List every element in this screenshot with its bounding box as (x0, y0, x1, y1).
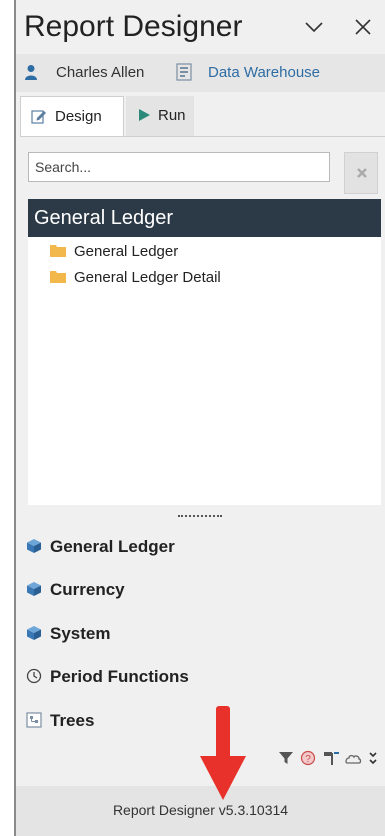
play-icon (136, 107, 152, 123)
tree-item-general-ledger[interactable]: General Ledger (50, 243, 178, 265)
edit-icon (31, 108, 47, 124)
red-arrow-annotation (196, 706, 250, 802)
cube-icon (26, 538, 42, 554)
nav-item-label: Trees (50, 711, 95, 730)
clear-search-button[interactable] (344, 152, 378, 194)
cloud-icon[interactable] (344, 750, 362, 771)
nav-item-label: System (50, 624, 111, 643)
tree-item-general-ledger-detail[interactable]: General Ledger Detail (50, 269, 221, 291)
bottom-toolbar: ? (278, 750, 378, 770)
nav-item-period-functions[interactable]: Period Functions (26, 667, 189, 693)
tab-design[interactable]: Design (20, 96, 124, 136)
search-input[interactable] (28, 152, 330, 182)
svg-text:?: ? (305, 754, 311, 765)
tab-design-label: Design (55, 108, 102, 125)
mode-tabs: Design Run (16, 96, 385, 136)
clear-icon (357, 168, 367, 178)
nav-item-general-ledger[interactable]: General Ledger (26, 537, 175, 563)
version-label: Report Designer v5.3.10314 (112, 802, 289, 818)
clock-icon (26, 668, 42, 684)
chevron-down-icon[interactable] (301, 14, 327, 40)
user-icon (24, 64, 38, 80)
design-panel: General Ledger General Ledger General Le… (20, 136, 385, 776)
folder-icon (50, 244, 66, 257)
tree-item-label: General Ledger (74, 243, 179, 260)
nav-item-trees[interactable]: Trees (26, 711, 94, 737)
help-icon[interactable]: ? (300, 750, 316, 771)
cube-icon (26, 581, 42, 597)
title-bar: Report Designer (16, 0, 385, 50)
nav-item-system[interactable]: System (26, 624, 110, 650)
database-icon (176, 63, 192, 81)
nav-item-label: Period Functions (50, 667, 189, 686)
filter-icon[interactable] (278, 750, 294, 771)
window-title: Report Designer (24, 10, 243, 43)
tree-icon (26, 711, 42, 728)
tab-run[interactable]: Run (126, 96, 194, 136)
tree-item-label: General Ledger Detail (74, 269, 221, 286)
nav-item-currency[interactable]: Currency (26, 580, 125, 606)
cube-icon (26, 625, 42, 641)
expand-icon[interactable] (368, 750, 378, 771)
nav-item-label: Currency (50, 580, 125, 599)
nav-item-label: General Ledger (50, 537, 175, 556)
tree-header[interactable]: General Ledger (28, 199, 381, 237)
report-tree: General Ledger General Ledger General Le… (28, 199, 381, 505)
close-icon[interactable] (350, 14, 376, 40)
folder-icon (50, 270, 66, 283)
splitter-handle[interactable] (178, 515, 222, 519)
hammer-icon[interactable] (322, 750, 340, 771)
tab-run-label: Run (158, 107, 186, 124)
user-bar: Charles Allen Data Warehouse (16, 54, 385, 92)
database-link[interactable]: Data Warehouse (208, 64, 320, 81)
user-name: Charles Allen (56, 64, 145, 81)
